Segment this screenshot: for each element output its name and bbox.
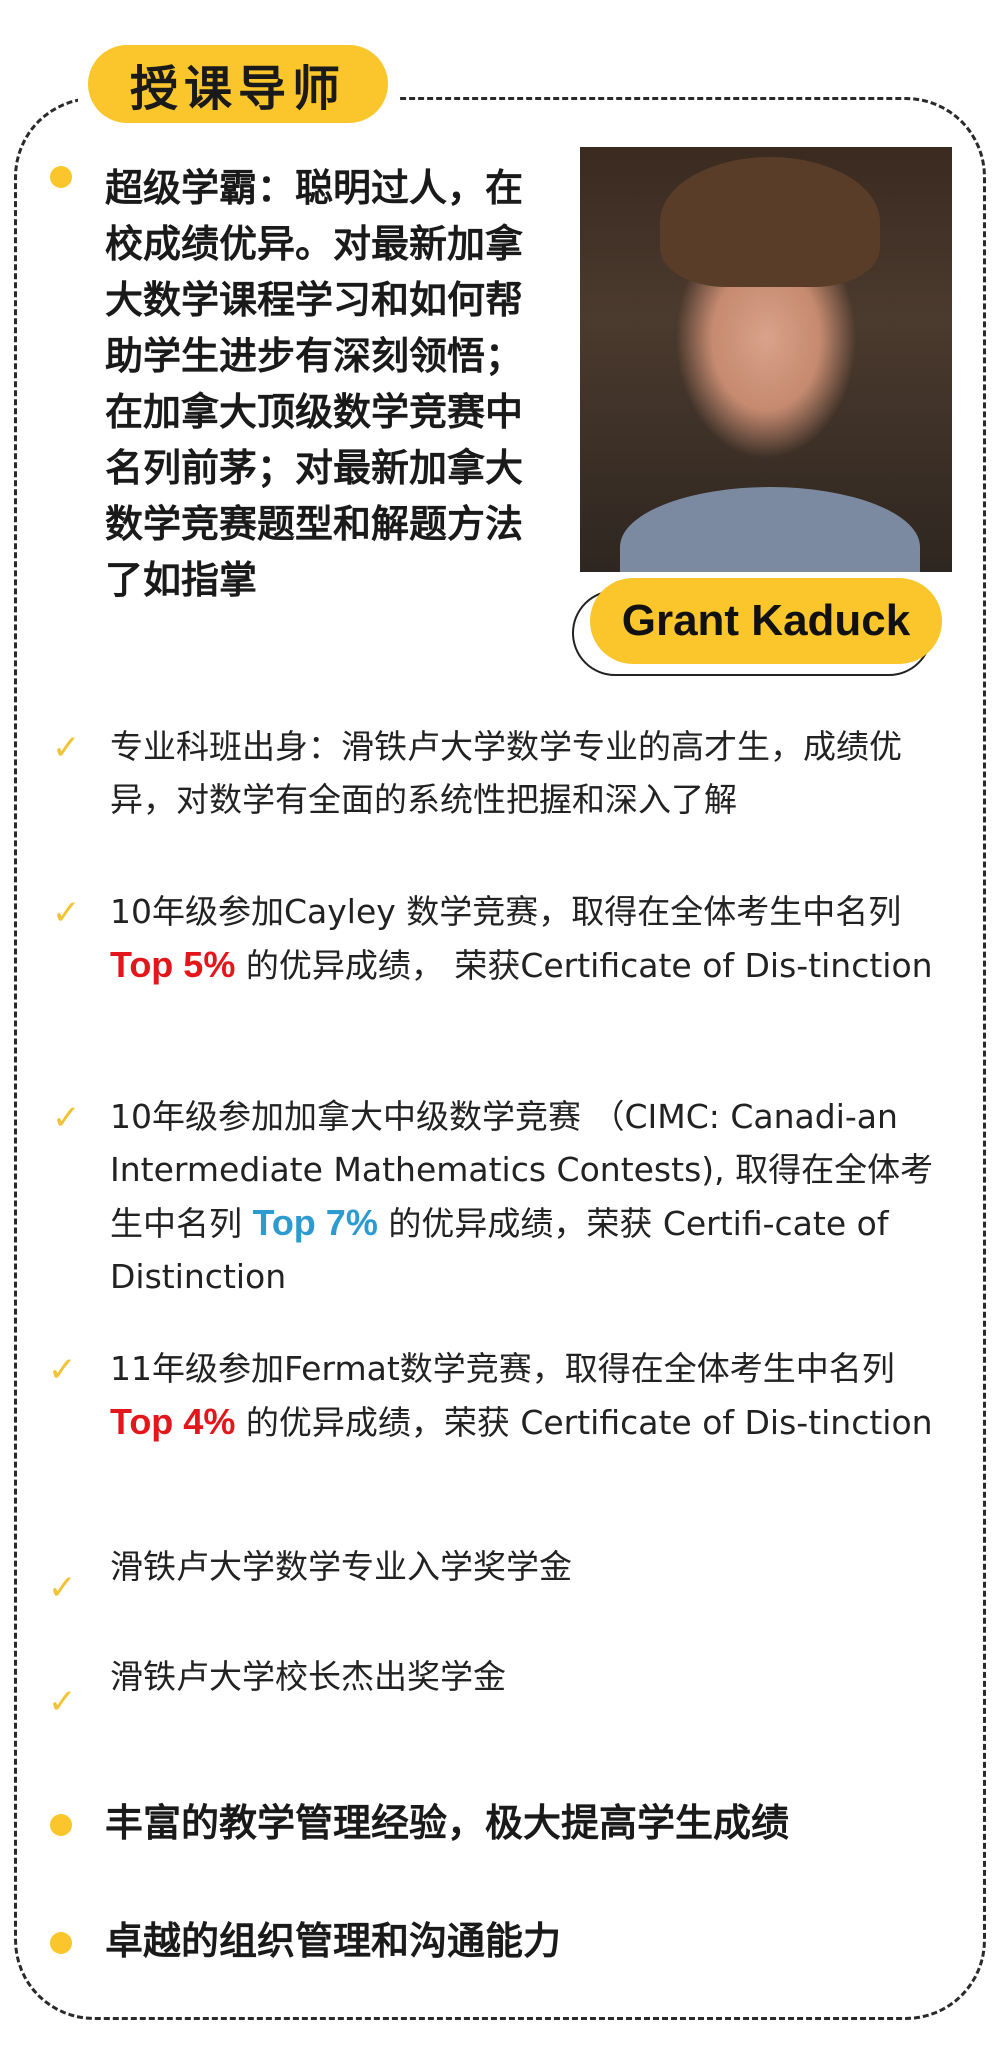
check-icon: ✓: [48, 1682, 77, 1722]
photo-shirt: [620, 487, 920, 572]
list-item: 10年级参加Cayley 数学竞赛，取得在全体考生中名列 Top 5% 的优异成…: [110, 885, 940, 992]
bullet-dot-icon: [50, 1932, 72, 1954]
list-item: 滑铁卢大学校长杰出奖学金: [110, 1650, 940, 1703]
item-text: 滑铁卢大学校长杰出奖学金: [110, 1657, 506, 1696]
item-text: 滑铁卢大学数学专业入学奖学金: [110, 1547, 572, 1586]
list-item: 滑铁卢大学数学专业入学奖学金: [110, 1540, 940, 1593]
item-text-after: 的优异成绩， 荣获Certificate of Dis-tinction: [235, 946, 933, 985]
photo-hair: [660, 157, 880, 287]
list-item: 11年级参加Fermat数学竞赛，取得在全体考生中名列 Top 4% 的优异成绩…: [110, 1342, 940, 1449]
check-icon: ✓: [52, 1098, 81, 1138]
check-icon: ✓: [48, 1568, 77, 1608]
check-icon: ✓: [52, 728, 81, 768]
bullet-point: 卓越的组织管理和沟通能力: [105, 1919, 562, 1963]
tutor-name: Grant Kaduck: [590, 578, 942, 664]
item-text: 10年级参加Cayley 数学竞赛，取得在全体考生中名列: [110, 892, 902, 931]
highlight-top-7: Top 7%: [252, 1202, 378, 1243]
bullet-dot-icon: [50, 1814, 72, 1836]
item-text-after: 的优异成绩，荣获 Certificate of Dis-tinction: [235, 1403, 933, 1442]
item-text: 专业科班出身：滑铁卢大学数学专业的高才生，成绩优异，对数学有全面的系统性把握和深…: [110, 727, 902, 819]
check-icon: ✓: [48, 1350, 77, 1390]
bullet-point: 丰富的教学管理经验，极大提高学生成绩: [105, 1801, 790, 1845]
highlight-top-4: Top 4%: [110, 1401, 236, 1442]
bullet-dot-icon: [50, 166, 72, 188]
tutor-photo: [580, 147, 952, 572]
list-item: 专业科班出身：滑铁卢大学数学专业的高才生，成绩优异，对数学有全面的系统性把握和深…: [110, 720, 940, 826]
highlight-top-5: Top 5%: [110, 944, 236, 985]
check-icon: ✓: [52, 893, 81, 933]
item-text: 11年级参加Fermat数学竞赛，取得在全体考生中名列: [110, 1349, 895, 1388]
section-title: 授课导师: [88, 45, 388, 123]
list-item: 10年级参加加拿大中级数学竞赛 （CIMC: Canadi-an Interme…: [110, 1090, 940, 1303]
intro-text: 超级学霸：聪明过人，在校成绩优异。对最新加拿大数学课程学习和如何帮助学生进步有深…: [105, 166, 524, 602]
